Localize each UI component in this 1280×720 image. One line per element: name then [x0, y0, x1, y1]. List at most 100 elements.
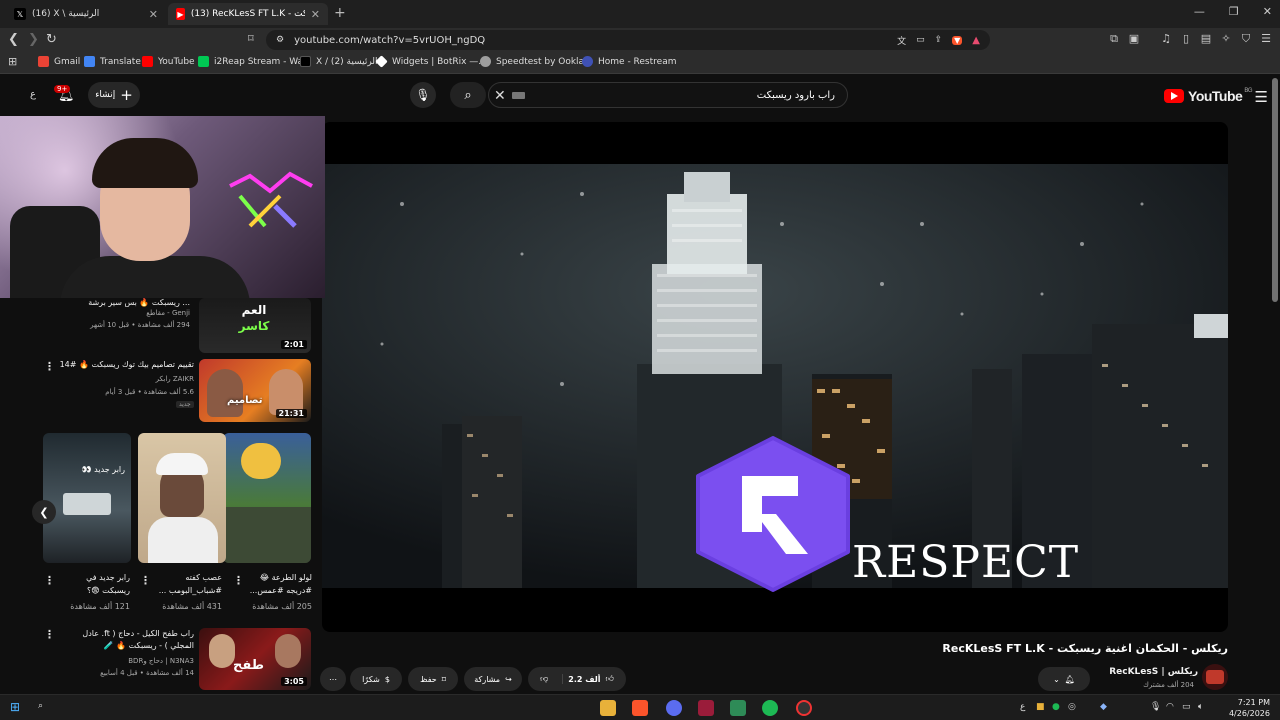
- share-icon[interactable]: ⇪: [935, 35, 943, 45]
- back-icon[interactable]: ❮: [8, 32, 19, 47]
- recommendation-channel[interactable]: Genji - مقاطع: [40, 309, 190, 317]
- site-info-icon[interactable]: ⚙: [276, 35, 284, 45]
- spotify-tray-icon[interactable]: ●: [1052, 702, 1060, 712]
- tray-app-icon[interactable]: ◎: [1068, 702, 1076, 712]
- subscription-bell-button[interactable]: ⌄ 🔔︎: [1038, 667, 1090, 691]
- account-avatar[interactable]: ع: [30, 89, 36, 100]
- app-icon[interactable]: [698, 700, 714, 716]
- system-clock[interactable]: 7:21 PM 4/26/2026: [1229, 697, 1270, 719]
- keyboard-icon[interactable]: [512, 92, 525, 99]
- address-bar[interactable]: ⚙ youtube.com/watch?v=5vrUOH_ngDQ 文 ▭ ⇪ …: [266, 30, 990, 50]
- screenshot-icon[interactable]: ▣: [1128, 33, 1140, 45]
- volume-icon[interactable]: 🔈︎: [1198, 702, 1203, 712]
- recommendation-meta: 5.6 ألف مشاهدة • قبل 3 أيام: [105, 388, 194, 396]
- more-actions-icon[interactable]: ⋮: [233, 574, 244, 587]
- short-thumbnail[interactable]: [138, 433, 226, 563]
- leo-ai-icon[interactable]: ✧: [1220, 33, 1232, 45]
- recommendation-thumbnail[interactable]: تصاميم 21:31: [199, 359, 311, 422]
- share-button[interactable]: مشاركة ↪: [464, 667, 522, 691]
- brave-shield-icon[interactable]: ▼: [952, 35, 963, 45]
- short-thumbnail[interactable]: رابر جديد 👀: [43, 433, 131, 563]
- like-button[interactable]: 👍︎: [606, 674, 614, 684]
- file-explorer-icon[interactable]: [600, 700, 616, 716]
- more-actions-icon[interactable]: ⋮: [44, 360, 55, 373]
- tray-app-icon[interactable]: ■: [1036, 702, 1045, 712]
- bookmark-translate[interactable]: Translate: [84, 56, 141, 67]
- wallet-icon[interactable]: ▤: [1200, 33, 1212, 45]
- recommendation-title[interactable]: راب طفح الكيل - دحاج ( ft. عادل المجلي )…: [58, 628, 194, 652]
- close-window-icon[interactable]: ✕: [1263, 5, 1272, 18]
- thanks-button[interactable]: شكرًا $: [350, 667, 402, 691]
- tray-app-icon[interactable]: ◆: [1100, 702, 1107, 712]
- reload-icon[interactable]: ↻: [46, 32, 57, 47]
- recommendation-thumbnail[interactable]: طفح 3:05: [199, 628, 311, 690]
- menu-icon[interactable]: ☰: [1260, 33, 1272, 45]
- youtube-logo[interactable]: YouTube BG: [1164, 88, 1252, 104]
- short-thumbnail[interactable]: [223, 433, 311, 563]
- translate-icon[interactable]: 文: [897, 34, 906, 47]
- more-actions-icon[interactable]: ⋮: [44, 628, 55, 641]
- shorts-previous-button[interactable]: ❮: [32, 500, 56, 524]
- voice-search-button[interactable]: 🎙︎: [410, 82, 436, 108]
- close-tab-icon[interactable]: ✕: [149, 8, 158, 21]
- more-actions-icon[interactable]: ⋮: [140, 574, 151, 587]
- create-button[interactable]: إنشاء +: [88, 82, 140, 108]
- display-icon[interactable]: ▭: [1182, 702, 1191, 712]
- sidebar-icon[interactable]: ▯: [1180, 33, 1192, 45]
- apps-grid-icon[interactable]: ⊞: [8, 55, 17, 68]
- bookmark-speedtest[interactable]: Speedtest by Ookla...: [480, 56, 593, 67]
- forward-icon[interactable]: ❯: [28, 32, 39, 47]
- search-icon[interactable]: ⌕: [38, 701, 43, 711]
- minimize-icon[interactable]: —: [1194, 5, 1205, 18]
- channel-name[interactable]: ريكلس | RecKLesS: [1104, 667, 1198, 677]
- bookmark-youtube[interactable]: YouTube: [142, 56, 195, 67]
- page-scrollbar[interactable]: [1272, 78, 1278, 302]
- network-icon[interactable]: ◠: [1166, 702, 1174, 712]
- recommendation-channel[interactable]: ZAIKR رابكر: [60, 375, 194, 383]
- short-title[interactable]: رابر جديد في ريسبكت 😨؟: [58, 571, 130, 597]
- windows-start-icon[interactable]: ⊞: [10, 700, 20, 714]
- cast-icon[interactable]: ▭: [916, 35, 925, 45]
- search-button[interactable]: ⌕: [450, 82, 486, 108]
- music-icon[interactable]: ♫: [1160, 33, 1172, 45]
- recommendation-title[interactable]: تقييم تصاميم بيك توك ريسبكت 🔥 #14: [60, 360, 194, 369]
- short-views: 121 ألف مشاهدة: [70, 602, 130, 611]
- bookmark-restream[interactable]: Home - Restream: [582, 56, 676, 67]
- recommendation-thumbnail[interactable]: العم كاسر 2:01: [199, 298, 311, 353]
- recommendation-channel[interactable]: N3NA3 | دحاج وBDR: [58, 657, 194, 665]
- vpn-icon[interactable]: ⛉: [1240, 33, 1252, 45]
- more-actions-button[interactable]: ⋯: [320, 667, 346, 691]
- youtube-header: ع 🔔︎ 9+ إنشاء + 🎙︎ ⌕ ✕ YouTube BG ☰: [0, 76, 1280, 116]
- notification-badge: 9+: [54, 85, 71, 93]
- brave-rewards-icon[interactable]: ▲: [972, 35, 980, 46]
- more-actions-icon[interactable]: ⋮: [44, 574, 55, 587]
- microphone-tray-icon[interactable]: 🎙︎: [1150, 702, 1161, 712]
- tab-youtube-video[interactable]: ▶ (13) RecKLesS FT L.K - أغنية ريسبكت ✕: [168, 3, 328, 25]
- dislike-button[interactable]: 👎︎: [540, 674, 564, 684]
- new-tab-button[interactable]: +: [334, 5, 346, 21]
- short-title[interactable]: عصب كفته #شباب_البومب ...: [152, 571, 222, 597]
- spotify-icon[interactable]: [762, 700, 778, 716]
- chat-app-icon[interactable]: [666, 700, 682, 716]
- youtube-play-icon: [1164, 89, 1185, 103]
- bookmark-botrix[interactable]: Widgets | BotRix —...: [375, 55, 487, 68]
- search-input[interactable]: [501, 89, 835, 101]
- close-tab-icon[interactable]: ✕: [311, 8, 320, 21]
- keyboard-language[interactable]: ع: [1020, 702, 1025, 712]
- restore-icon[interactable]: ❐: [1229, 5, 1239, 18]
- channel-avatar[interactable]: [1202, 664, 1228, 690]
- bookmark-page-icon[interactable]: ⌑: [248, 32, 254, 45]
- bookmark-gmail[interactable]: Gmail: [38, 56, 80, 67]
- short-title[interactable]: لولو الطرعة 😂 #دريجه #عمس...: [246, 571, 312, 597]
- brave-browser-icon[interactable]: [632, 700, 648, 716]
- extensions-icon[interactable]: ⧉: [1108, 33, 1120, 45]
- bookmark-x[interactable]: X / الرئيسية (2): [300, 56, 378, 67]
- save-button[interactable]: حفظ ⌑: [408, 667, 458, 691]
- recommendation-title[interactable]: ... ريسبكت 🔥 بس سير برشة: [40, 298, 190, 307]
- guide-menu-icon[interactable]: ☰: [1255, 88, 1268, 106]
- bookmark-i2reap[interactable]: i2Reap Stream - Wa...: [198, 56, 312, 67]
- obs-icon[interactable]: [796, 700, 812, 716]
- spreadsheet-icon[interactable]: [730, 700, 746, 716]
- clear-search-icon[interactable]: ✕: [494, 88, 506, 104]
- tab-x-home[interactable]: 𝕏 (16) X \ الرئيسية ✕: [6, 3, 166, 25]
